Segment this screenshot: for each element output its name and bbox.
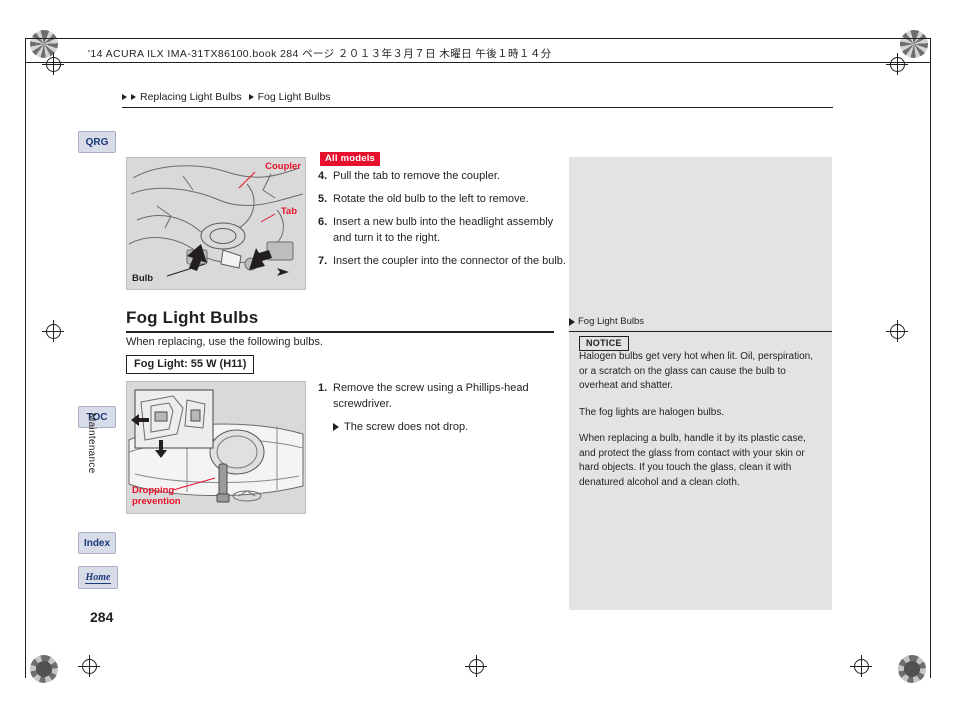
title-rule [126,331,554,333]
step-text: Insert the coupler into the connector of… [333,255,566,267]
step-number: 5. [318,193,328,205]
side-note-body: Halogen bulbs get very hot when lit. Oil… [579,350,822,502]
document-page: '14 ACURA ILX IMA-31TX86100.book 284 ページ… [0,0,954,718]
side-note-rule [569,331,832,332]
side-note-paragraph-2: The fog lights are halogen bulbs. [579,406,725,418]
section-lead-text: When replacing, use the following bulbs. [126,336,323,348]
step-number: 7. [318,255,328,267]
crop-mark-mid-right [886,320,908,342]
sidebar-item-toc[interactable]: TOC [78,406,116,428]
crop-mark-bottom-center [465,655,487,677]
chevron-right-icon-4 [333,423,339,431]
notice-badge: NOTICE [579,336,629,351]
steps-list-top: 4. Pull the tab to remove the coupler. 5… [318,168,573,276]
step-number: 1. [318,382,328,394]
side-note-title: Fog Light Bulbs [569,316,832,327]
label-dropping-prevention-line2: prevention [132,496,181,507]
step-text: Insert a new bulb into the headlight ass… [333,216,554,244]
trim-line-right [930,38,931,678]
chevron-right-icon-2 [131,94,136,100]
book-file-header: '14 ACURA ILX IMA-31TX86100.book 284 ページ… [88,48,552,60]
step-text: Remove the screw using a Phillips-head s… [333,382,529,410]
breadcrumb-rule [122,107,833,108]
page-title: Fog Light Bulbs [126,308,259,327]
side-note-paragraph-3: When replacing a bulb, handle it by its … [579,433,806,488]
side-note-title-text: Fog Light Bulbs [578,316,645,327]
step-number: 6. [318,216,328,228]
list-item: 4. Pull the tab to remove the coupler. [318,168,573,184]
breadcrumb: Replacing Light Bulbs Fog Light Bulbs [122,91,331,103]
list-item: 6. Insert a new bulb into the headlight … [318,214,573,246]
breadcrumb-item-replacing-light-bulbs: Replacing Light Bulbs [140,91,242,103]
headlight-bulb-illustration: Coupler Tab Bulb [126,157,306,290]
sidebar-item-index[interactable]: Index [78,532,116,554]
step-text: Rotate the old bulb to the left to remov… [333,193,529,205]
crop-mark-top-right [886,53,908,75]
headlight-bulb-drawing [128,165,304,277]
step-number: 4. [318,170,328,182]
label-tab: Tab [280,206,297,217]
crop-mark-bottom-right [850,655,872,677]
crop-mark-top-left [42,53,64,75]
registration-blob-bottom-right [898,655,926,683]
list-item: 1. Remove the screw using a Phillips-hea… [318,380,568,412]
chevron-right-icon [122,94,127,100]
trim-line-top [25,38,930,39]
bulb-spec-box: Fog Light: 55 W (H11) [126,355,255,374]
breadcrumb-item-fog-light-bulbs: Fog Light Bulbs [257,91,331,103]
step-substep-text: The screw does not drop. [344,421,469,433]
fog-light-assembly-illustration: Dropping prevention [126,381,306,514]
sidebar-item-home[interactable]: Home [78,566,118,589]
crop-mark-bottom-left [78,655,100,677]
label-dropping-prevention-line1: Dropping [132,485,175,496]
sidebar-item-qrg[interactable]: QRG [78,131,116,153]
section-side-label: Maintenance [86,413,97,474]
chevron-right-icon-5 [569,317,575,326]
header-rule [25,62,930,63]
all-models-badge: All models [320,152,381,166]
list-item: 5. Rotate the old bulb to the left to re… [318,191,573,207]
label-coupler: Coupler [265,161,301,172]
crop-mark-mid-left [42,320,64,342]
step-substep: The screw does not drop. [333,419,568,435]
trim-line-left [25,38,26,678]
side-note-paragraph-1: Halogen bulbs get very hot when lit. Oil… [579,351,814,391]
page-number: 284 [90,609,114,625]
step-text: Pull the tab to remove the coupler. [333,170,500,182]
registration-blob-bottom-left [30,655,58,683]
list-item: 7. Insert the coupler into the connector… [318,253,573,269]
label-dropping-prevention: Dropping prevention [132,485,181,507]
steps-list-bottom: 1. Remove the screw using a Phillips-hea… [318,380,568,435]
label-bulb: Bulb [132,273,154,284]
chevron-right-icon-3 [248,94,254,100]
